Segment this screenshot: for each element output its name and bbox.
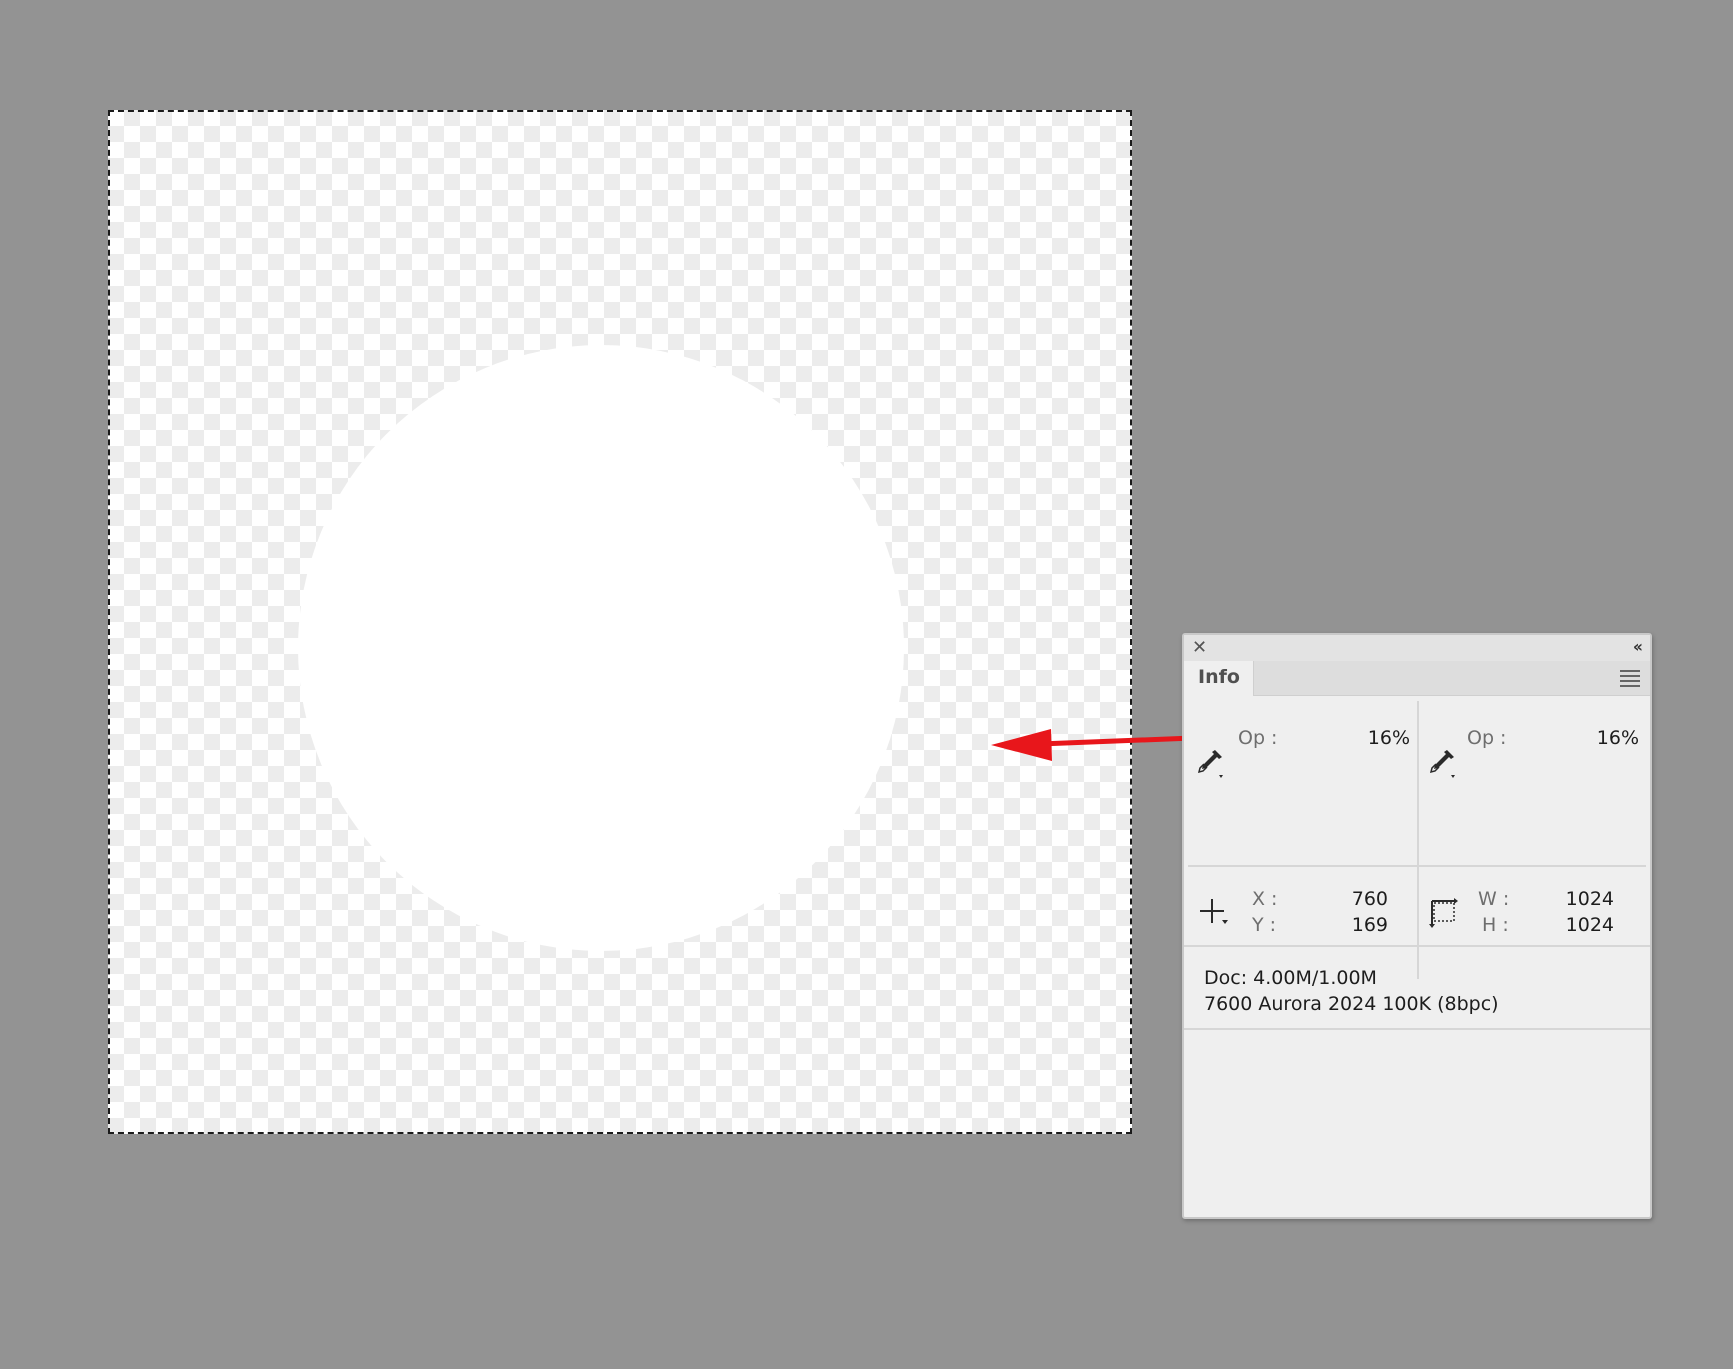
close-icon[interactable]: ✕ xyxy=(1192,638,1207,658)
info-panel: ✕ ‹‹ Info Op : 16% Op : 16% X : 760 Y : … xyxy=(1182,633,1652,1219)
w-value: 1024 xyxy=(1565,888,1614,910)
right-op-label: Op : xyxy=(1467,727,1507,749)
h-value: 1024 xyxy=(1565,914,1614,936)
crosshair-icon[interactable] xyxy=(1198,897,1232,931)
section-divider xyxy=(1184,1028,1650,1030)
panel-title-bar[interactable]: ✕ ‹‹ xyxy=(1184,635,1650,661)
annotation-arrow-shaft xyxy=(1039,735,1194,747)
y-label: Y : xyxy=(1252,914,1277,936)
left-op-label: Op : xyxy=(1238,727,1278,749)
color-profile-info: 7600 Aurora 2024 100K (8bpc) xyxy=(1204,993,1499,1015)
panel-tab-bar: Info xyxy=(1184,661,1650,696)
x-value: 760 xyxy=(1351,888,1388,910)
doc-size-info: Doc: 4.00M/1.00M xyxy=(1204,967,1377,989)
right-op-value: 16% xyxy=(1596,727,1639,749)
eyedropper-icon[interactable] xyxy=(1197,747,1227,779)
double-chevron-left-icon[interactable]: ‹‹ xyxy=(1633,637,1643,656)
tab-info[interactable]: Info xyxy=(1184,661,1254,696)
readout-vertical-divider xyxy=(1417,701,1419,979)
h-label: H : xyxy=(1482,914,1509,936)
section-divider xyxy=(1188,865,1646,867)
y-value: 169 xyxy=(1351,914,1388,936)
annotation-arrow-head xyxy=(991,729,1052,761)
panel-menu-icon[interactable] xyxy=(1620,670,1640,687)
selection-size-icon xyxy=(1429,898,1458,928)
x-label: X : xyxy=(1252,888,1278,910)
left-op-value: 16% xyxy=(1367,727,1410,749)
w-label: W : xyxy=(1478,888,1510,910)
section-divider xyxy=(1184,945,1650,947)
eyedropper-icon[interactable] xyxy=(1429,747,1459,779)
